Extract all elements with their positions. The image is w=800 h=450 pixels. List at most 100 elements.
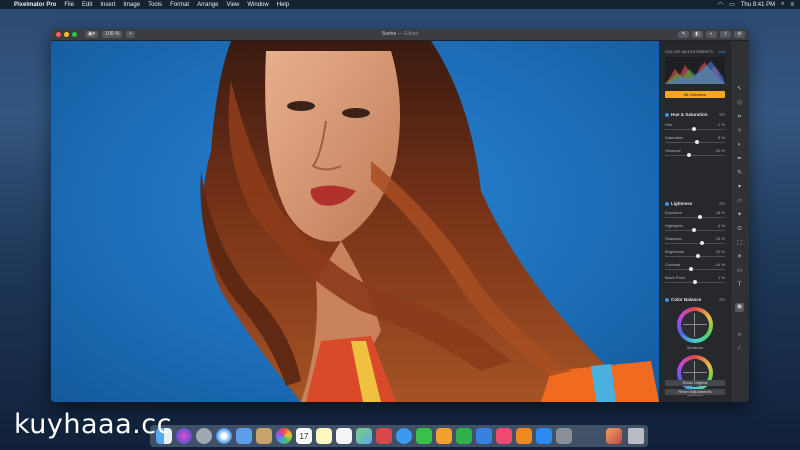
menu-edit[interactable]: Edit [82, 2, 92, 8]
notification-center-icon[interactable]: ≡ [790, 2, 794, 8]
settings-toolbar-button[interactable]: ⚙ [734, 31, 745, 38]
section-options-icon[interactable] [719, 202, 725, 205]
mail-icon[interactable] [236, 428, 252, 444]
clone-tool-icon[interactable]: ⊙ [735, 225, 744, 234]
safari-icon[interactable] [216, 428, 232, 444]
calendar-icon[interactable]: 17 [296, 428, 312, 444]
style-tool-icon[interactable]: ◇ [735, 99, 744, 108]
slider-track[interactable] [665, 256, 725, 257]
menu-image[interactable]: Image [123, 2, 140, 8]
slider-value[interactable]: 18 % [716, 210, 725, 215]
section-lightness[interactable]: Lightness [665, 201, 725, 206]
photo-booth-icon[interactable] [376, 428, 392, 444]
pen-tool-icon[interactable]: ✒ [735, 155, 744, 164]
slider-knob[interactable] [698, 215, 703, 219]
system-preferences-icon[interactable] [556, 428, 572, 444]
photos-icon[interactable] [276, 428, 292, 444]
slider-knob[interactable] [688, 267, 693, 271]
shadows-color-wheel[interactable] [677, 307, 713, 343]
keynote-icon[interactable] [476, 428, 492, 444]
zoom-window-button[interactable] [72, 32, 77, 37]
maps-icon[interactable] [356, 428, 372, 444]
slider-track[interactable] [665, 243, 725, 244]
slider-value[interactable]: -14 % [715, 262, 725, 267]
slider-knob[interactable] [696, 254, 700, 258]
wifi-icon[interactable]: ◠ [718, 1, 723, 8]
facetime-icon[interactable] [416, 428, 432, 444]
menu-insert[interactable]: Insert [100, 2, 115, 8]
photo-canvas[interactable] [51, 41, 659, 402]
launchpad-icon[interactable] [196, 428, 212, 444]
eraser-tool-icon[interactable]: ▱ [735, 197, 744, 206]
ml-enhance-button[interactable]: ML Enhance [665, 91, 725, 98]
adjust-toolbar-button[interactable]: ◐ [706, 31, 717, 38]
slider-knob[interactable] [695, 140, 700, 144]
color-balance-toggle[interactable] [665, 297, 669, 302]
crop-tool-icon[interactable]: ⌗ [735, 113, 744, 122]
slider-value[interactable]: -20 % [715, 148, 725, 153]
slider-track[interactable] [665, 155, 725, 156]
view-mode-button[interactable]: ▣▾ [85, 31, 99, 38]
color-picker-icon[interactable]: ◼ [735, 303, 744, 312]
paint-tool-icon[interactable]: ✎ [735, 169, 744, 178]
tools-toolbar-button[interactable]: ✎ [678, 31, 689, 38]
selection-tool-icon[interactable]: ⬚ [735, 239, 744, 248]
add-button[interactable]: + [126, 31, 136, 38]
contacts-icon[interactable] [256, 428, 272, 444]
menu-arrange[interactable]: Arrange [197, 2, 218, 8]
menu-clock[interactable]: Thu 8:41 PM [741, 2, 775, 8]
fill-tool-icon[interactable]: ▾ [735, 183, 744, 192]
section-options-icon[interactable] [719, 113, 725, 116]
layers-toolbar-button[interactable]: ◧ [692, 31, 703, 38]
menu-app-name[interactable]: Pixelmator Pro [14, 2, 56, 8]
pixelmator-icon[interactable] [606, 428, 622, 444]
battery-icon[interactable]: ▭ [729, 1, 735, 8]
shape-tool-icon[interactable]: ▭ [735, 267, 744, 276]
pages-icon[interactable] [436, 428, 452, 444]
notes-icon[interactable] [316, 428, 332, 444]
slider-value[interactable]: -1 % [717, 122, 725, 127]
menu-view[interactable]: View [226, 2, 239, 8]
numbers-icon[interactable] [456, 428, 472, 444]
slider-knob[interactable] [687, 153, 691, 157]
slider-knob[interactable] [692, 127, 697, 131]
zoom-level-button[interactable]: 100 % [102, 31, 123, 38]
eyedropper-icon[interactable]: ⁄ [735, 345, 744, 354]
hue-saturation-toggle[interactable] [665, 112, 669, 117]
section-options-icon[interactable] [719, 298, 725, 301]
section-hue-saturation[interactable]: Hue & Saturation [665, 112, 725, 117]
slider-track[interactable] [665, 269, 725, 270]
slider-value[interactable]: 24 % [716, 236, 725, 241]
messages-icon[interactable] [396, 428, 412, 444]
slider-value[interactable]: 1 % [718, 275, 725, 280]
close-button[interactable] [56, 32, 61, 37]
slider-value[interactable]: 10 % [716, 249, 725, 254]
show-original-button[interactable]: Show Original [665, 380, 725, 386]
reset-adjustments-button[interactable]: Reset Adjustments [665, 389, 725, 395]
retouch-tool-icon[interactable]: ✦ [735, 211, 744, 220]
trash-icon[interactable] [628, 428, 644, 444]
share-toolbar-button[interactable]: ⇪ [720, 31, 731, 38]
slider-value[interactable]: -4 % [717, 223, 725, 228]
menu-tools[interactable]: Tools [148, 2, 162, 8]
color-adjust-tool-icon[interactable]: ◐ [735, 141, 744, 150]
app-store-icon[interactable] [536, 428, 552, 444]
slider-value[interactable]: 8 % [718, 135, 725, 140]
zoom-tool-icon[interactable]: ⌕ [735, 331, 744, 340]
music-icon[interactable] [496, 428, 512, 444]
menu-window[interactable]: Window [247, 2, 268, 8]
section-color-balance[interactable]: Color Balance [665, 297, 725, 302]
reminders-icon[interactable] [336, 428, 352, 444]
menu-format[interactable]: Format [170, 2, 189, 8]
effects-tool-icon[interactable]: ✧ [735, 127, 744, 136]
menu-file[interactable]: File [64, 2, 74, 8]
slider-knob[interactable] [693, 280, 697, 284]
slider-track[interactable] [665, 217, 725, 218]
books-icon[interactable] [516, 428, 532, 444]
panel-edit-link[interactable]: Edit [718, 49, 725, 54]
spotlight-icon[interactable]: ⌕ [781, 1, 784, 8]
magic-wand-icon[interactable]: ✶ [735, 253, 744, 262]
siri-icon[interactable] [176, 428, 192, 444]
minimize-button[interactable] [64, 32, 69, 37]
menu-help[interactable]: Help [277, 2, 289, 8]
